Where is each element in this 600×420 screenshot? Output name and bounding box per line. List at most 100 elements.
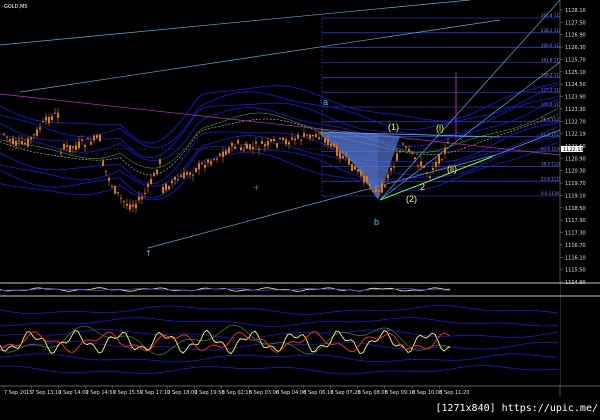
wave-label-i: (i) (436, 123, 444, 133)
candle-body (225, 150, 227, 155)
candle-body (207, 159, 209, 163)
candle-body (324, 138, 326, 143)
candle-body (144, 192, 146, 194)
candle-body (171, 180, 173, 184)
candle-body (213, 158, 215, 160)
time-tick-label: 7 Sep 14:00 (58, 390, 88, 396)
time-tick-label: 8 Sep 02:10 (222, 390, 252, 396)
candle-body (312, 135, 314, 137)
price-tick-label: 1120.30 (565, 169, 586, 175)
candle-body (42, 121, 44, 123)
candle-body (327, 138, 329, 145)
candle-body (24, 142, 26, 145)
candle-body (363, 176, 365, 183)
candle-body (393, 166, 395, 168)
candle-body (297, 134, 299, 139)
candle-body (165, 183, 167, 191)
price-tick-label: 1117.90 (565, 218, 586, 224)
candle-body (39, 127, 41, 130)
candle-body (54, 112, 56, 114)
candle-body (321, 134, 323, 135)
candle-body (282, 137, 284, 140)
price-tick-label: 1122.70 (565, 119, 586, 125)
candle-body (210, 161, 212, 165)
candle-body (408, 149, 410, 152)
candle-body (3, 133, 5, 135)
wave-label-b: b (374, 217, 379, 227)
candle-body (384, 185, 386, 187)
candle-body (234, 146, 236, 149)
candle-body (372, 190, 374, 192)
candle-body (447, 142, 449, 144)
candle-body (198, 163, 200, 170)
candle-body (135, 203, 137, 209)
time-tick-label: 8 Sep 11:20 (439, 390, 469, 396)
candle-body (69, 145, 71, 152)
candle-body (36, 129, 38, 136)
main-chart-canvas[interactable]: GOLD,M5 261.8 1127.60238.2 1126.80200.0 … (0, 0, 600, 416)
candle-body (417, 165, 419, 167)
candle-body (30, 137, 32, 140)
wave-label-2: (2) (406, 194, 417, 204)
candle-body (342, 156, 344, 159)
price-tick-label: 1116.10 (565, 255, 586, 261)
candle-body (333, 143, 335, 147)
candle-body (192, 174, 194, 176)
candle-body (339, 151, 341, 159)
candle-body (264, 143, 266, 147)
price-tick-label: 1126.90 (565, 33, 586, 39)
marker-cross-icon-2: + (242, 140, 249, 149)
time-tick-label: 8 Sep 03:00 (249, 390, 279, 396)
candle-body (426, 172, 428, 174)
candle-body (375, 188, 377, 192)
watermark: [1271x840] https://upic.me/ (435, 403, 598, 414)
marker-cross-icon: + (253, 183, 260, 192)
candle-body (348, 158, 350, 165)
price-tick-label: 1128.10 (565, 8, 586, 14)
candle-body (153, 173, 155, 177)
candle-body (132, 204, 134, 207)
candle-body (423, 165, 425, 168)
candle-body (66, 145, 68, 147)
time-tick-label: 7 Sep 15:50 (113, 390, 143, 396)
candle-body (12, 138, 14, 145)
time-tick-label: 8 Sep 07:20 (330, 390, 360, 396)
candle-body (432, 168, 434, 170)
candle-body (108, 177, 110, 181)
candle-body (273, 139, 275, 141)
candle-body (141, 196, 143, 200)
candle-body (285, 139, 287, 145)
candle-body (195, 168, 197, 172)
candle-body (309, 134, 311, 139)
candle-body (444, 148, 446, 154)
time-tick-label: 7 Sep 2015 (4, 390, 33, 396)
price-tick-label: 1120.90 (565, 156, 586, 162)
candle-body (111, 185, 113, 187)
wave-label-ii: (ii) (447, 164, 457, 174)
candle-body (51, 116, 53, 120)
time-tick-label: 7 Sep 13:10 (31, 390, 61, 396)
candle-body (138, 196, 140, 201)
candle-body (204, 164, 206, 168)
price-tick-label: 1126.30 (565, 45, 586, 51)
price-tick-label: 1125.70 (565, 57, 586, 63)
candle-body (9, 139, 11, 142)
time-tick-label: 7 Sep 14:50 (86, 390, 116, 396)
candle-body (318, 137, 320, 140)
candle-body (177, 179, 179, 181)
candle-body (159, 159, 161, 164)
time-tick-label: 8 Sep 04:00 (276, 390, 306, 396)
wave-label-1: (1) (388, 122, 399, 132)
candle-body (63, 143, 65, 150)
price-pane[interactable] (0, 0, 560, 282)
candle-body (438, 153, 440, 164)
candle-body (168, 185, 170, 190)
current-price-text: 1122.19 (563, 147, 584, 153)
up-arrow-icon: ↑ (145, 249, 152, 258)
time-tick-label: 8 Sep 10:00 (412, 390, 442, 396)
candle-body (261, 141, 263, 144)
candle-body (78, 141, 80, 149)
candle-body (279, 138, 281, 139)
candle-body (351, 163, 353, 171)
time-tick-label: 7 Sep 18:00 (167, 390, 197, 396)
